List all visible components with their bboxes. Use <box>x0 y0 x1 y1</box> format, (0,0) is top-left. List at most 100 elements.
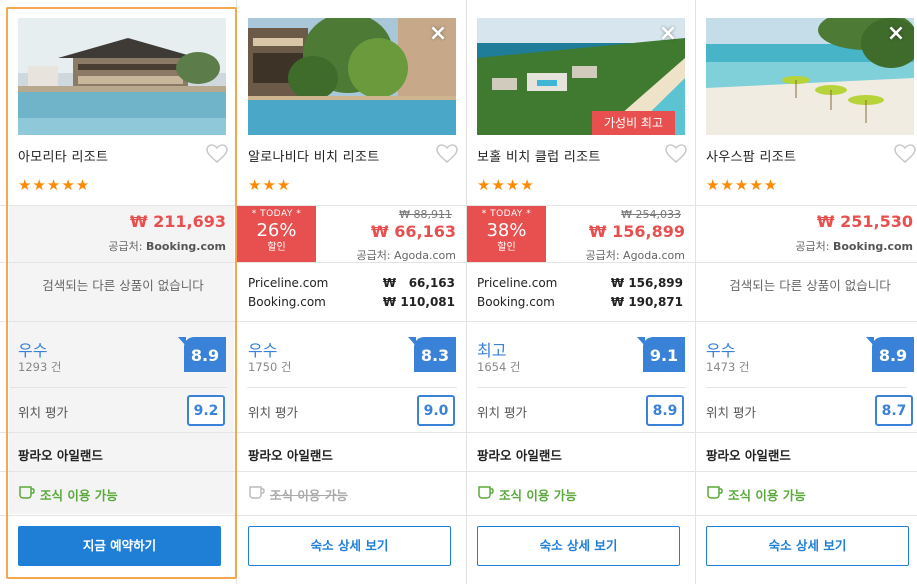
divider <box>696 205 917 206</box>
divider <box>0 262 237 263</box>
supplier-name: Agoda.com <box>394 249 456 262</box>
today-discount-badge: * TODAY * 26% 할인 <box>237 206 316 262</box>
original-price: ₩ 254,033 <box>621 208 681 221</box>
hotel-card-bohol-beach-club[interactable]: × 가성비 최고 보홀 비치 클럽 리조트 ★★★★ * TODAY * 38%… <box>467 0 696 584</box>
discount-word: 할인 <box>267 242 286 253</box>
supplier-label: 공급처: <box>108 240 143 253</box>
rating-word: 최고 <box>477 341 507 360</box>
price: ₩ 156,899 <box>588 222 685 241</box>
close-icon[interactable]: × <box>658 23 678 45</box>
location-score-badge: 8.9 <box>646 395 684 426</box>
location-label: 위치 평가 <box>248 405 298 420</box>
today-label: * TODAY * <box>481 209 532 219</box>
supplier-name: Agoda.com <box>623 249 685 262</box>
hotel-photo[interactable] <box>248 18 456 135</box>
divider <box>706 387 907 388</box>
close-icon[interactable]: × <box>428 23 448 45</box>
today-label: * TODAY * <box>251 209 302 219</box>
hotel-card-south-palms[interactable]: × 사우스팜 리조트 ★★★★★ ₩ 251,530 공급처: Booking.… <box>696 0 917 584</box>
divider <box>467 471 696 472</box>
review-score-badge: 8.9 <box>866 337 914 372</box>
divider <box>10 387 227 388</box>
coffee-cup-icon <box>707 486 723 499</box>
divider <box>237 432 467 433</box>
divider <box>467 432 696 433</box>
area-name: 팡라오 아일랜드 <box>18 448 103 463</box>
area-name: 팡라오 아일랜드 <box>477 448 562 463</box>
divider <box>477 387 686 388</box>
view-details-button[interactable]: 숙소 상세 보기 <box>706 526 909 566</box>
supplier-name: Booking.com <box>145 240 226 253</box>
location-label: 위치 평가 <box>706 405 756 420</box>
divider <box>0 321 237 322</box>
heart-icon[interactable] <box>665 144 687 164</box>
heart-icon[interactable] <box>206 144 228 164</box>
area-name: 팡라오 아일랜드 <box>248 448 333 463</box>
supplier: 공급처: Agoda.com <box>585 247 685 263</box>
supplier: 공급처: Booking.com <box>795 238 913 254</box>
offer-site[interactable]: Priceline.com <box>248 276 328 290</box>
review-score-badge: 9.1 <box>637 337 685 372</box>
divider <box>696 321 917 322</box>
breakfast-status: 조식 이용 가능 <box>40 488 118 503</box>
rating-word: 우수 <box>18 341 48 360</box>
divider <box>237 515 467 516</box>
review-count[interactable]: 1654 건 <box>477 359 521 375</box>
heart-icon[interactable] <box>894 144 916 164</box>
view-details-button[interactable]: 숙소 상세 보기 <box>477 526 680 566</box>
close-icon[interactable]: × <box>886 23 906 45</box>
supplier-label: 공급처: <box>356 249 391 262</box>
breakfast-status: 조식 이용 가능 <box>728 488 806 503</box>
hotel-photo[interactable] <box>18 18 226 135</box>
divider <box>237 321 467 322</box>
divider <box>696 432 917 433</box>
best-value-badge: 가성비 최고 <box>592 111 676 135</box>
no-other-offers: 검색되는 다른 상품이 없습니다 <box>42 278 204 293</box>
hotel-name[interactable]: 보홀 비치 클럽 리조트 <box>477 146 601 165</box>
offer-site[interactable]: Booking.com <box>477 295 555 309</box>
review-count[interactable]: 1750 건 <box>248 359 292 375</box>
offer-site[interactable]: Booking.com <box>248 295 326 309</box>
book-now-button[interactable]: 지금 예약하기 <box>18 526 221 566</box>
location-score-badge: 8.7 <box>875 395 913 426</box>
hotel-name[interactable]: 알로나비다 비치 리조트 <box>248 146 379 165</box>
location-label: 위치 평가 <box>477 405 527 420</box>
breakfast-status: 조식 이용 가능 <box>499 488 577 503</box>
area-name: 팡라오 아일랜드 <box>706 448 791 463</box>
offer-price[interactable]: ₩ 110,081 <box>383 295 455 309</box>
review-score-badge: 8.9 <box>178 337 226 372</box>
today-discount-badge: * TODAY * 38% 할인 <box>467 206 546 262</box>
divider <box>0 205 237 206</box>
offer-price[interactable]: ₩ 190,871 <box>611 295 683 309</box>
location-score-badge: 9.0 <box>417 395 455 426</box>
hotel-photo[interactable] <box>706 18 914 135</box>
review-count[interactable]: 1473 건 <box>706 359 750 375</box>
location-score-badge: 9.2 <box>187 395 225 426</box>
price: ₩ 66,163 <box>371 222 456 241</box>
review-count[interactable]: 1293 건 <box>18 359 62 375</box>
location-label: 위치 평가 <box>18 405 68 420</box>
divider <box>467 321 696 322</box>
hotel-name[interactable]: 아모리타 리조트 <box>18 146 108 165</box>
hotel-card-amorita[interactable]: 아모리타 리조트 ★★★★★ ₩ 211,693 공급처: Booking.co… <box>0 0 237 584</box>
star-rating: ★★★ <box>248 176 292 194</box>
divider <box>467 262 696 263</box>
hotel-name[interactable]: 사우스팜 리조트 <box>706 146 796 165</box>
offer-site[interactable]: Priceline.com <box>477 276 557 290</box>
star-rating: ★★★★★ <box>18 176 91 194</box>
supplier: 공급처: Booking.com <box>108 238 226 254</box>
no-other-offers: 검색되는 다른 상품이 없습니다 <box>729 278 891 293</box>
divider <box>0 515 237 516</box>
view-details-button[interactable]: 숙소 상세 보기 <box>248 526 451 566</box>
breakfast-status: 조식 이용 가능 <box>270 488 348 503</box>
hotel-card-alona-vida[interactable]: × 알로나비다 비치 리조트 ★★★ * TODAY * 26% 할인 ₩ 88… <box>237 0 467 584</box>
discount-percent: 26% <box>256 220 297 241</box>
heart-icon[interactable] <box>436 144 458 164</box>
offer-price[interactable]: ₩ 156,899 <box>611 276 683 290</box>
coffee-cup-icon <box>478 486 494 499</box>
offer-price[interactable]: ₩ 66,163 <box>383 276 455 290</box>
rating-word: 우수 <box>248 341 278 360</box>
coffee-cup-icon <box>249 486 265 499</box>
divider <box>247 387 457 388</box>
supplier-label: 공급처: <box>795 240 830 253</box>
